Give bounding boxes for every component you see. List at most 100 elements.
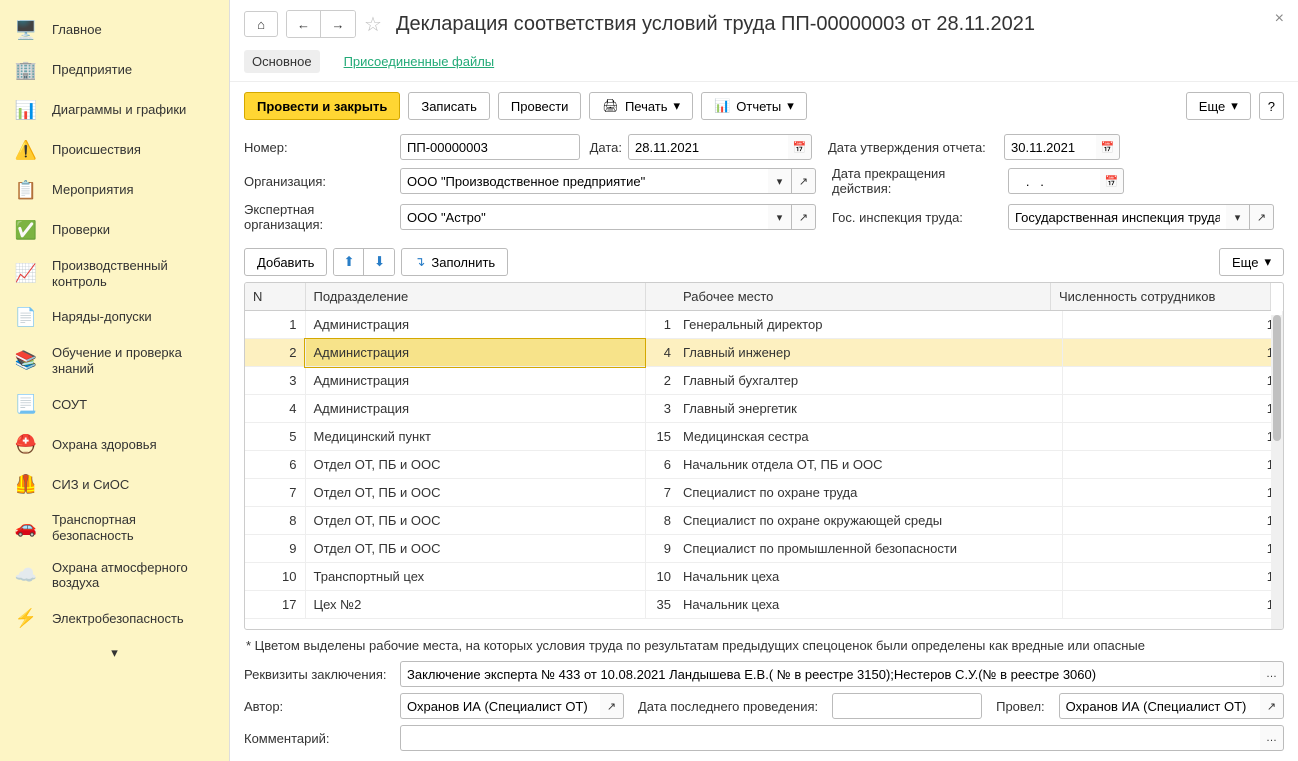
cell-dept[interactable]: Цех №2 [305, 591, 645, 619]
home-button[interactable]: ⌂ [244, 11, 278, 37]
sidebar-item-siz[interactable]: 🦺СИЗ и СиОС [0, 464, 229, 504]
reports-button[interactable]: 📊Отчеты▾ [701, 92, 807, 120]
details-expand-button[interactable]: … [1260, 661, 1284, 687]
table-scrollbar[interactable] [1271, 315, 1283, 629]
post-button[interactable]: Провести [498, 92, 582, 120]
comment-input[interactable] [400, 725, 1260, 751]
expert-org-open-button[interactable]: ↗ [792, 204, 816, 230]
cell-workplace[interactable]: Генеральный директор [675, 311, 1063, 339]
table-row[interactable]: 5Медицинский пункт15Медицинская сестра1 [245, 423, 1283, 451]
cell-dept[interactable]: Отдел ОТ, ПБ и ООС [305, 535, 645, 563]
table-row[interactable]: 8Отдел ОТ, ПБ и ООС8Специалист по охране… [245, 507, 1283, 535]
help-button[interactable]: ? [1259, 92, 1284, 120]
org-input[interactable] [400, 168, 768, 194]
table-row[interactable]: 17Цех №235Начальник цеха1 [245, 591, 1283, 619]
table-row[interactable]: 7Отдел ОТ, ПБ и ООС7Специалист по охране… [245, 479, 1283, 507]
fill-button[interactable]: ↴Заполнить [401, 248, 508, 276]
sidebar-item-sout[interactable]: 📃СОУТ [0, 384, 229, 424]
more-button[interactable]: Еще▾ [1186, 92, 1251, 120]
cell-dept[interactable]: Отдел ОТ, ПБ и ООС [305, 507, 645, 535]
cell-workplace[interactable]: Начальник отдела ОТ, ПБ и ООС [675, 451, 1063, 479]
table-row[interactable]: 6Отдел ОТ, ПБ и ООС6Начальник отдела ОТ,… [245, 451, 1283, 479]
expert-org-dropdown-button[interactable]: ▾ [768, 204, 792, 230]
cell-workplace[interactable]: Специалист по охране труда [675, 479, 1063, 507]
cell-dept[interactable]: Транспортный цех [305, 563, 645, 591]
sidebar-item-training[interactable]: 📚Обучение и проверка знаний [0, 337, 229, 384]
tab-main[interactable]: Основное [244, 50, 320, 73]
add-button[interactable]: Добавить [244, 248, 327, 276]
table-row[interactable]: 2Администрация4Главный инженер1 [245, 339, 1283, 367]
sidebar-item-electro[interactable]: ⚡Электробезопасность [0, 599, 229, 639]
last-date-input[interactable] [832, 693, 982, 719]
org-open-button[interactable]: ↗ [792, 168, 816, 194]
termination-date-input[interactable] [1008, 168, 1100, 194]
sidebar-item-air[interactable]: ☁️Охрана атмосферного воздуха [0, 552, 229, 599]
inspection-input[interactable] [1008, 204, 1226, 230]
cell-workplace[interactable]: Начальник цеха [675, 563, 1063, 591]
table-row[interactable]: 9Отдел ОТ, ПБ и ООС9Специалист по промыш… [245, 535, 1283, 563]
cell-dept[interactable]: Администрация [305, 395, 645, 423]
forward-button[interactable]: → [321, 11, 355, 37]
table-row[interactable]: 4Администрация3Главный энергетик1 [245, 395, 1283, 423]
scrollbar-thumb[interactable] [1273, 315, 1281, 441]
sidebar-item-permits[interactable]: 📄Наряды-допуски [0, 297, 229, 337]
close-button[interactable]: × [1275, 10, 1284, 28]
sidebar-item-incidents[interactable]: ⚠️Происшествия [0, 130, 229, 170]
date-picker-button[interactable]: 📅 [788, 134, 812, 160]
cell-workplace[interactable]: Главный инженер [675, 339, 1063, 367]
table-row[interactable]: 10Транспортный цех10Начальник цеха1 [245, 563, 1283, 591]
sidebar-item-transport[interactable]: 🚗Транспортная безопасность [0, 504, 229, 551]
tab-attached-files[interactable]: Присоединенные файлы [336, 50, 503, 73]
conducted-open-button[interactable]: ↗ [1260, 693, 1284, 719]
expert-org-input[interactable] [400, 204, 768, 230]
inspection-dropdown-button[interactable]: ▾ [1226, 204, 1250, 230]
comment-expand-button[interactable]: … [1260, 725, 1284, 751]
termination-date-picker-button[interactable]: 📅 [1100, 168, 1124, 194]
sidebar-item-events[interactable]: 📋Мероприятия [0, 170, 229, 210]
cell-dept[interactable]: Медицинский пункт [305, 423, 645, 451]
cell-dept[interactable]: Администрация [305, 367, 645, 395]
col-header-n[interactable]: N [245, 283, 305, 311]
cell-workplace[interactable]: Главный энергетик [675, 395, 1063, 423]
cell-workplace[interactable]: Специалист по охране окружающей среды [675, 507, 1063, 535]
cell-dept[interactable]: Отдел ОТ, ПБ и ООС [305, 451, 645, 479]
table-row[interactable]: 1Администрация1Генеральный директор1 [245, 311, 1283, 339]
number-input[interactable] [400, 134, 580, 160]
col-header-count[interactable]: Численность сотрудников [1051, 283, 1271, 311]
table-row[interactable]: 3Администрация2Главный бухгалтер1 [245, 367, 1283, 395]
back-button[interactable]: ← [287, 11, 321, 37]
sidebar-item-health[interactable]: ⛑️Охрана здоровья [0, 424, 229, 464]
sidebar-item-enterprise[interactable]: 🏢Предприятие [0, 50, 229, 90]
author-input[interactable] [400, 693, 600, 719]
col-header-dept[interactable]: Подразделение [305, 283, 645, 311]
date-input[interactable] [628, 134, 788, 160]
sidebar-item-prodcontrol[interactable]: 📈Производственный контроль [0, 250, 229, 297]
org-dropdown-button[interactable]: ▾ [768, 168, 792, 194]
move-up-button[interactable]: ⬆ [334, 249, 364, 275]
sidebar-collapse[interactable]: ▾ [0, 639, 229, 667]
author-open-button[interactable]: ↗ [600, 693, 624, 719]
list-icon: 📋 [14, 178, 38, 202]
col-header-workplace[interactable]: Рабочее место [675, 283, 1051, 311]
table-more-button[interactable]: Еще▾ [1219, 248, 1284, 276]
move-down-button[interactable]: ⬇ [364, 249, 394, 275]
sidebar-item-checks[interactable]: ✅Проверки [0, 210, 229, 250]
sidebar-item-charts[interactable]: 📊Диаграммы и графики [0, 90, 229, 130]
cell-workplace[interactable]: Главный бухгалтер [675, 367, 1063, 395]
approval-date-picker-button[interactable]: 📅 [1096, 134, 1120, 160]
cell-workplace[interactable]: Медицинская сестра [675, 423, 1063, 451]
approval-date-input[interactable] [1004, 134, 1096, 160]
inspection-open-button[interactable]: ↗ [1250, 204, 1274, 230]
print-button[interactable]: 🖨Печать▾ [589, 92, 693, 120]
cell-workplace[interactable]: Начальник цеха [675, 591, 1063, 619]
cell-dept[interactable]: Отдел ОТ, ПБ и ООС [305, 479, 645, 507]
cell-dept[interactable]: Администрация [305, 311, 645, 339]
sidebar-item-main[interactable]: 🖥️Главное [0, 10, 229, 50]
favorite-button[interactable]: ☆ [364, 12, 382, 37]
cell-dept[interactable]: Администрация [305, 339, 645, 367]
details-input[interactable] [400, 661, 1260, 687]
conducted-input[interactable] [1059, 693, 1260, 719]
post-close-button[interactable]: Провести и закрыть [244, 92, 400, 120]
save-button[interactable]: Записать [408, 92, 490, 120]
cell-workplace[interactable]: Специалист по промышленной безопасности [675, 535, 1063, 563]
